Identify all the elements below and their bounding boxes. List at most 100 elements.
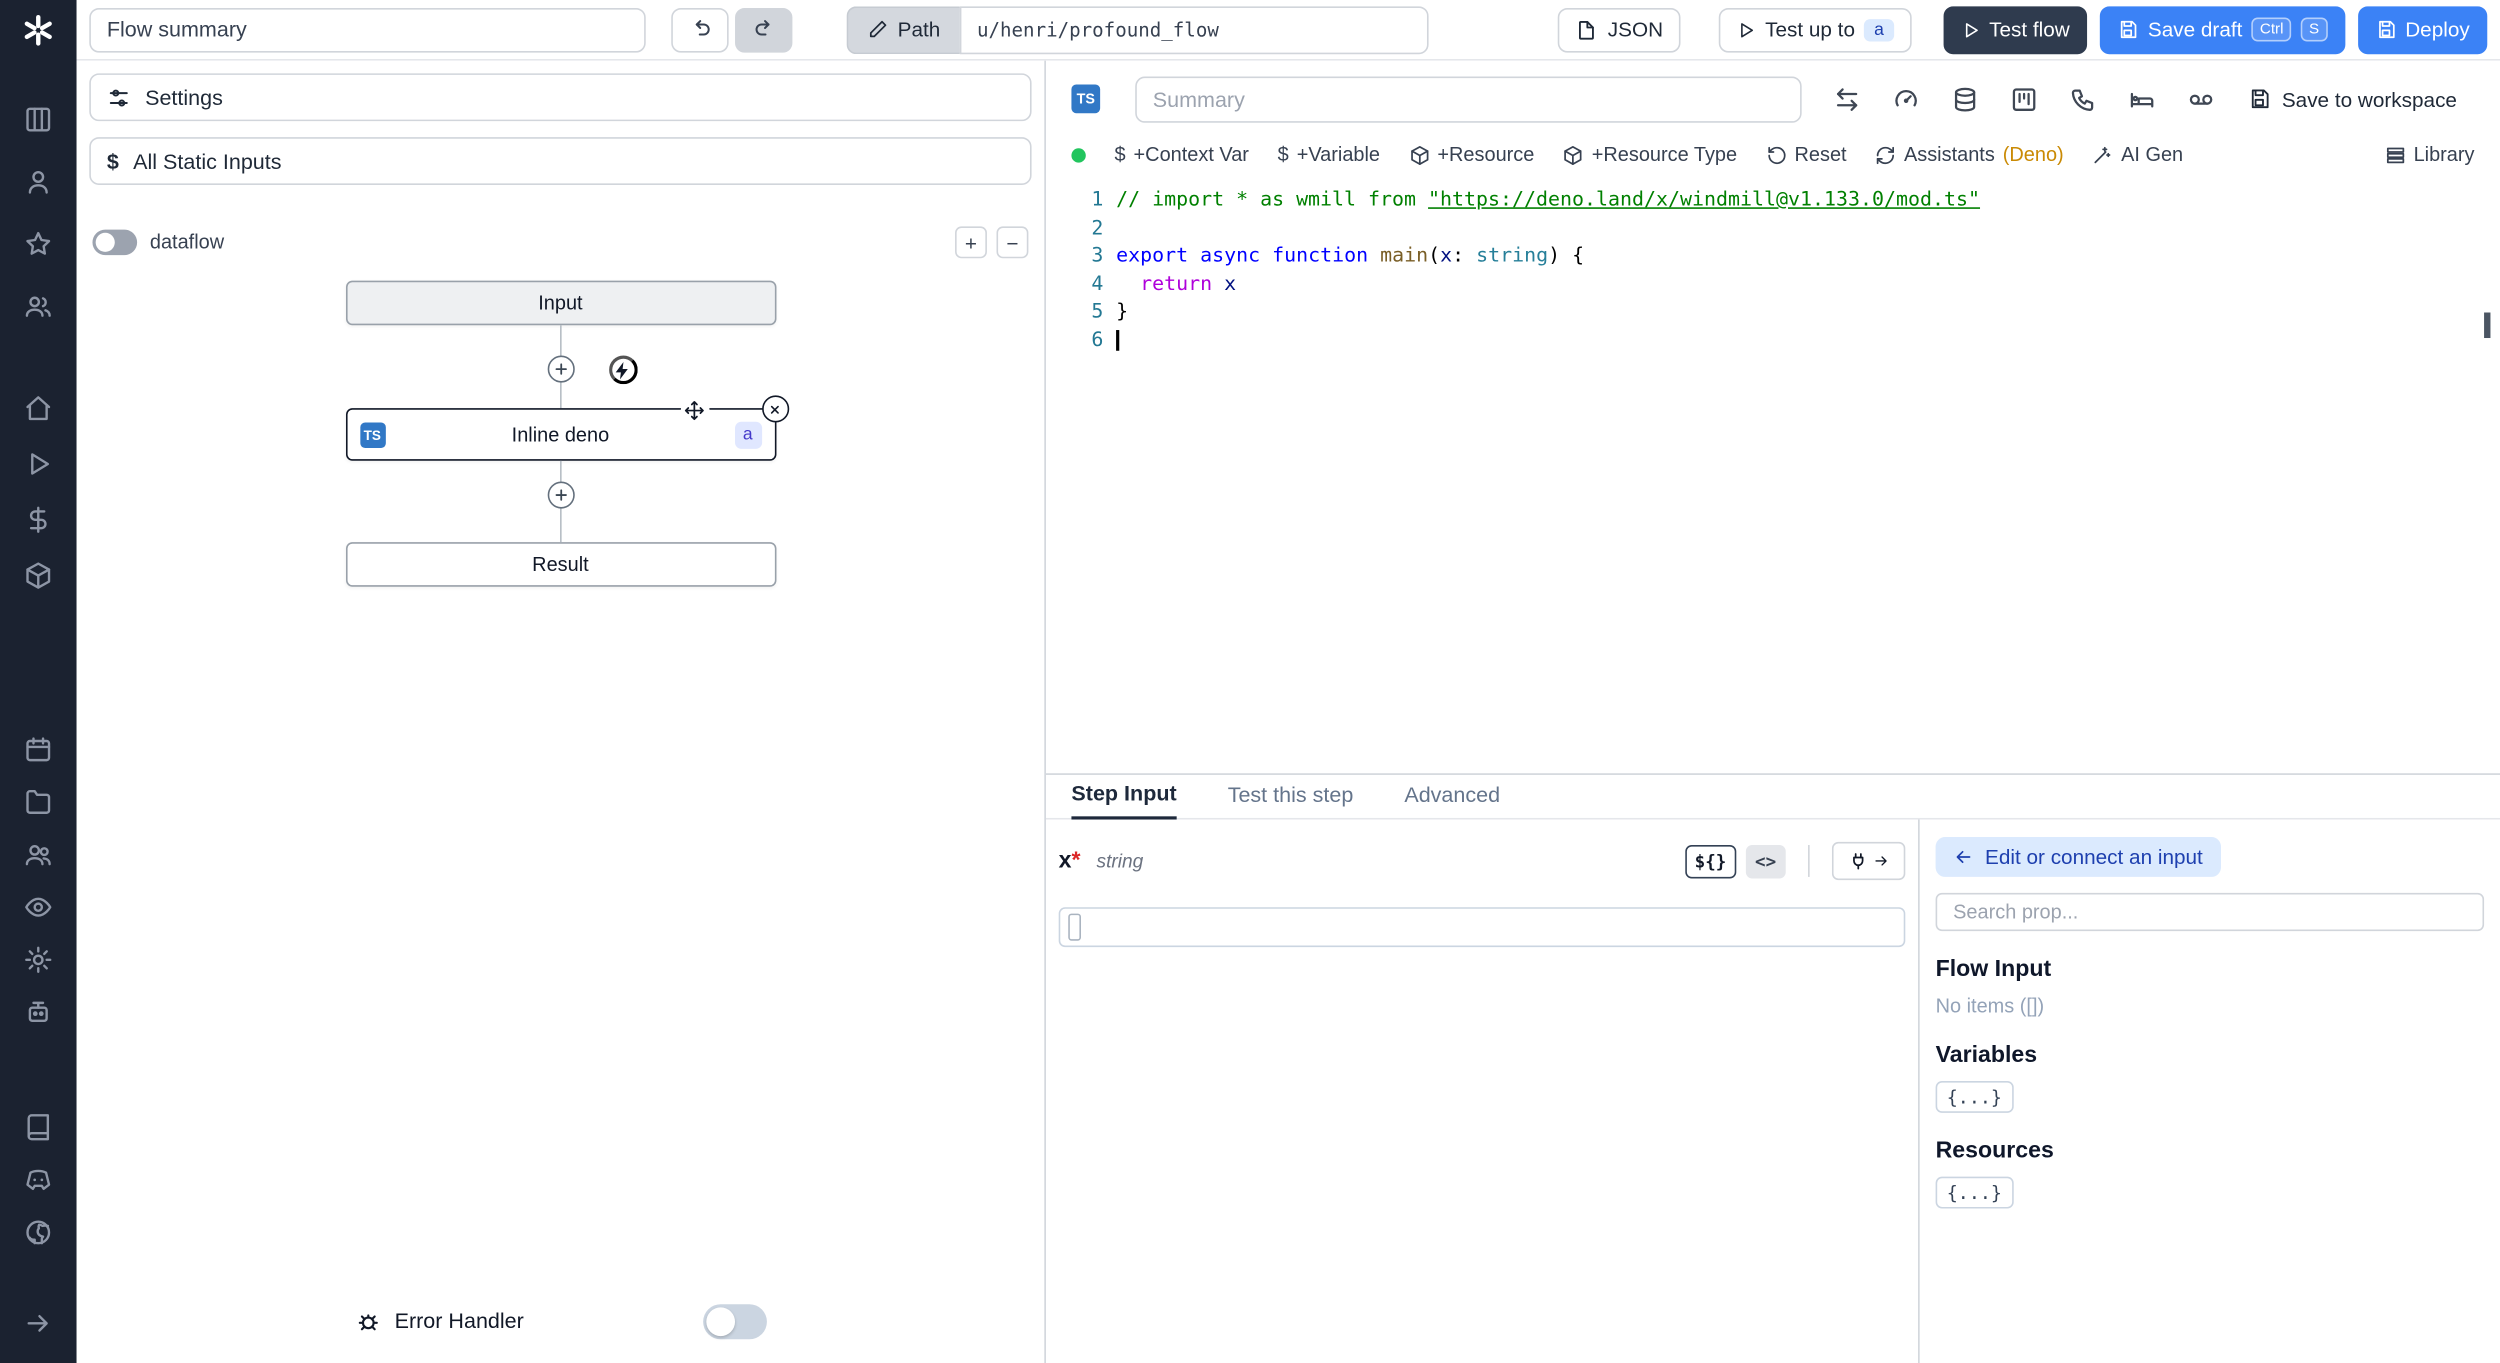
ai-gen-button[interactable]: AI Gen (2092, 143, 2183, 166)
add-resource-button[interactable]: +Resource (1409, 143, 1534, 166)
add-step-button[interactable] (546, 481, 574, 509)
table-icon[interactable] (24, 105, 53, 134)
github-icon[interactable] (24, 1218, 53, 1247)
add-variable-button[interactable]: $ +Variable (1278, 143, 1380, 165)
calendar-icon[interactable] (24, 735, 53, 764)
collapse-arrow-icon[interactable] (24, 1309, 53, 1338)
gauge-icon[interactable] (1893, 85, 1920, 112)
tab-advanced[interactable]: Advanced (1404, 783, 1500, 818)
add-resource-type-button[interactable]: +Resource Type (1563, 143, 1737, 166)
flow-node-inline-deno[interactable]: TS Inline deno a (345, 395, 789, 461)
flow-summary-input[interactable] (89, 7, 646, 52)
reset-button[interactable]: Reset (1766, 143, 1847, 166)
static-inputs-button[interactable]: $ All Static Inputs (89, 137, 1032, 185)
connect-input-button[interactable] (1831, 841, 1906, 881)
arg-value-input[interactable] (1058, 907, 1906, 948)
play-icon (1965, 22, 1978, 37)
flow-settings-button[interactable]: Settings (89, 73, 1032, 122)
dataflow-toggle[interactable] (92, 229, 138, 256)
editor-header-icons (1834, 85, 2215, 112)
add-context-var-button[interactable]: $ +Context Var (1114, 143, 1248, 165)
variables-object-chip[interactable]: {...} (1935, 1081, 2014, 1113)
flow-node-input[interactable]: Input (345, 280, 776, 326)
typescript-badge: TS (359, 421, 386, 448)
trigger-bolt-button[interactable] (608, 355, 637, 385)
app-sidebar (0, 0, 77, 1363)
step-detail-panel: Step Input Test this step Advanced x * st… (1045, 773, 2500, 1363)
wand-icon (2094, 146, 2111, 163)
delete-step-icon[interactable] (761, 395, 789, 423)
swap-arrows-icon[interactable] (1834, 85, 1861, 112)
step-id-badge: a (1864, 18, 1894, 41)
zoom-in-button[interactable]: + (955, 226, 987, 259)
step-summary-input[interactable] (1135, 75, 1802, 122)
square-kanban-icon[interactable] (2011, 85, 2038, 112)
prop-search-input[interactable] (1935, 892, 2485, 932)
deploy-button[interactable]: Deploy (2357, 5, 2488, 54)
windmill-logo-icon[interactable] (21, 13, 56, 48)
json-button[interactable]: JSON (1558, 7, 1681, 52)
step-id-badge: a (734, 420, 762, 449)
flow-graph-panel: Settings $ All Static Inputs dataflow + … (76, 60, 1046, 1363)
test-up-to-button[interactable]: Test up to a (1718, 7, 1911, 52)
plug-icon (1853, 852, 1864, 869)
flow-node-result[interactable]: Result (345, 542, 776, 587)
redo-button[interactable] (735, 7, 793, 52)
refresh-cw-icon (1876, 146, 1895, 164)
path-group: Path (846, 5, 1429, 54)
lsp-status-dot (1071, 147, 1086, 162)
save-to-workspace-button[interactable]: Save to workspace (2248, 87, 2457, 111)
save-draft-button[interactable]: Save draft Ctrl S (2100, 5, 2345, 54)
path-edit-button[interactable]: Path (846, 5, 960, 54)
database-icon[interactable] (1952, 85, 1979, 112)
discord-icon[interactable] (24, 1166, 53, 1195)
error-handler-toggle[interactable] (702, 1303, 767, 1339)
user-icon[interactable] (24, 167, 53, 196)
path-input[interactable] (959, 5, 1429, 54)
step-input-form: x * string ${} <> (1046, 820, 1918, 1363)
code-gutter: 123456 (1091, 186, 1104, 351)
graph-controls: dataflow + − (89, 226, 1031, 259)
book-icon[interactable] (24, 1113, 53, 1142)
eye-icon[interactable] (24, 893, 53, 922)
settings-gear-icon[interactable] (24, 945, 53, 974)
code-editor[interactable]: 123456 // import * as wmill from "https:… (1046, 172, 2500, 773)
voicemail-icon[interactable] (2188, 85, 2215, 112)
play-icon[interactable] (24, 450, 53, 479)
play-icon (1741, 22, 1754, 37)
bed-icon[interactable] (2129, 85, 2156, 112)
package-icon (1564, 145, 1583, 165)
move-step-icon[interactable] (680, 395, 709, 425)
editor-scrollbar-mark[interactable] (2484, 312, 2491, 339)
error-handler-label: Error Handler (394, 1309, 524, 1333)
code-mode-button[interactable]: <> (1745, 844, 1786, 878)
test-flow-button[interactable]: Test flow (1942, 5, 2088, 54)
home-icon[interactable] (24, 394, 53, 423)
undo-button[interactable] (671, 7, 729, 52)
zoom-out-button[interactable]: − (996, 226, 1029, 259)
dollar-icon[interactable] (24, 505, 53, 534)
library-button[interactable]: Library (2385, 143, 2475, 166)
assistants-button[interactable]: Assistants (Deno) (1875, 143, 2064, 166)
error-handler-row: Error Handler (345, 1295, 775, 1348)
folder-icon[interactable] (24, 788, 53, 817)
resources-object-chip[interactable]: {...} (1935, 1176, 2014, 1209)
star-icon[interactable] (24, 230, 53, 259)
tab-step-input[interactable]: Step Input (1071, 781, 1177, 820)
code-lines[interactable]: // import * as wmill from "https://deno.… (1116, 172, 2500, 353)
arrow-left-icon (1956, 850, 1971, 864)
expr-mode-button[interactable]: ${} (1685, 844, 1736, 878)
add-step-button[interactable] (546, 355, 574, 383)
resources-title: Resources (1935, 1138, 2054, 1164)
tab-test-this-step[interactable]: Test this step (1228, 783, 1354, 818)
user-group-icon[interactable] (24, 292, 53, 321)
robot-icon[interactable] (24, 998, 53, 1027)
required-mark: * (1071, 848, 1081, 874)
phone-icon[interactable] (2070, 85, 2097, 112)
edit-connect-input-button[interactable]: Edit or connect an input (1935, 837, 2221, 877)
divider (1808, 845, 1810, 877)
package-icon[interactable] (24, 561, 53, 590)
save-icon (2121, 20, 2137, 39)
users-icon[interactable] (24, 840, 53, 869)
node-label: Result (532, 553, 589, 576)
